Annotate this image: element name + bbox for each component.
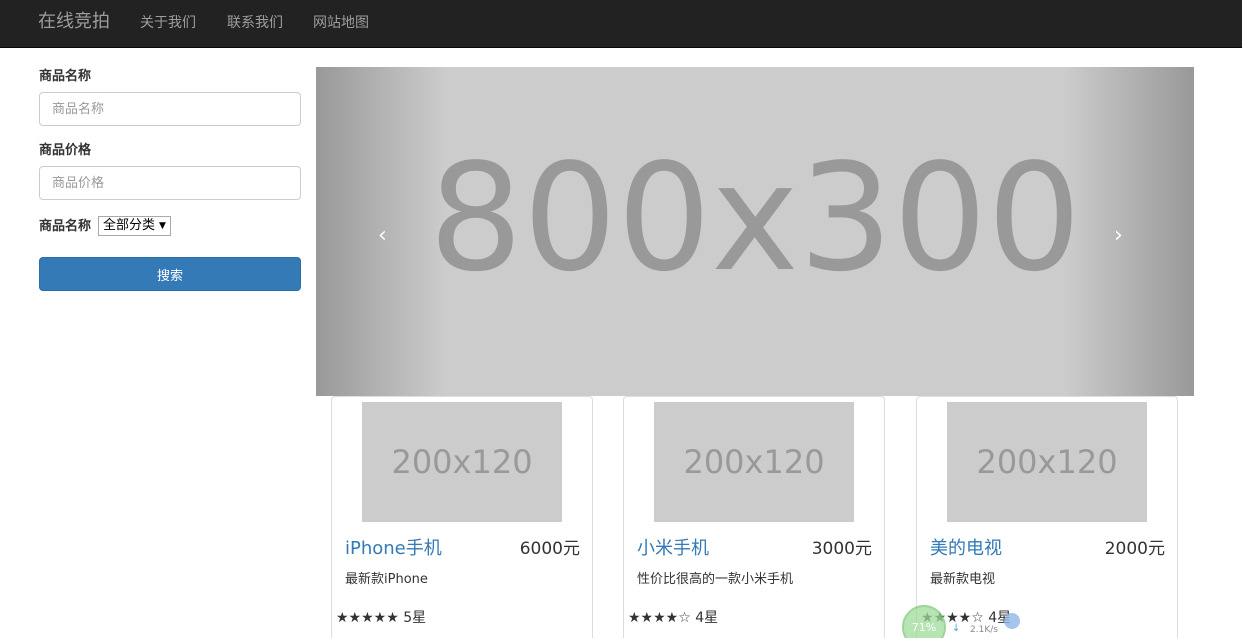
product-title-link[interactable]: iPhone手机	[345, 538, 442, 560]
product-description: 最新款电视	[930, 572, 996, 587]
rating-text: 5星	[403, 610, 427, 626]
product-title-link[interactable]: 美的电视	[930, 538, 1002, 560]
category-select[interactable]: 全部分类 ▼	[98, 216, 171, 236]
brand-link[interactable]: 在线竞拍	[38, 10, 110, 34]
product-price-input[interactable]	[39, 166, 301, 200]
dropdown-arrow-icon: ▼	[159, 221, 166, 231]
image-carousel: 800x300 ‹ ›	[316, 67, 1194, 396]
carousel-slide-image: 800x300	[428, 132, 1082, 304]
product-description: 最新款iPhone	[345, 572, 428, 587]
speed-percent-badge: 71%	[902, 605, 946, 638]
product-title-link[interactable]: 小米手机	[637, 538, 709, 560]
category-selected-value: 全部分类	[103, 218, 156, 233]
product-rating: ★★★★☆ 4星	[628, 609, 718, 627]
product-thumbnail: 200x120	[654, 402, 854, 522]
nav-link-about[interactable]: 关于我们	[140, 14, 196, 32]
search-button[interactable]: 搜索	[39, 257, 301, 291]
network-speed-widget[interactable]: 71% ↓ 2.1K/s	[900, 603, 1028, 638]
nav-link-sitemap[interactable]: 网站地图	[313, 14, 369, 32]
upload-indicator-icon	[1004, 613, 1020, 629]
category-label: 商品名称	[39, 219, 92, 234]
download-arrow-icon: ↓	[952, 623, 961, 634]
chevron-left-icon[interactable]: ‹	[378, 225, 387, 247]
product-thumbnail: 200x120	[947, 402, 1147, 522]
product-price: 3000元	[811, 539, 872, 559]
chevron-right-icon[interactable]: ›	[1114, 225, 1123, 247]
rating-text: 4星	[695, 610, 719, 626]
product-thumbnail: 200x120	[362, 402, 562, 522]
product-name-input[interactable]	[39, 92, 301, 126]
speed-rate: 2.1K/s	[970, 625, 998, 635]
product-rating: ★★★★★ 5星	[336, 609, 426, 627]
product-description: 性价比很高的一款小米手机	[637, 572, 794, 587]
product-card: 200x120 iPhone手机 6000元 最新款iPhone ★★★★★ 5…	[331, 396, 593, 638]
nav-link-contact[interactable]: 联系我们	[227, 14, 283, 32]
product-card: 200x120 美的电视 2000元 最新款电视 ★★★★☆ 4星	[916, 396, 1178, 638]
product-price: 6000元	[519, 539, 580, 559]
carousel-next-area[interactable]	[1064, 67, 1194, 396]
star-rating-icon: ★★★★★	[336, 610, 399, 626]
product-price: 2000元	[1104, 539, 1165, 559]
top-navbar: 在线竞拍 关于我们 联系我们 网站地图	[0, 0, 1242, 48]
product-price-label: 商品价格	[39, 143, 92, 158]
product-name-label: 商品名称	[39, 69, 92, 84]
product-card: 200x120 小米手机 3000元 性价比很高的一款小米手机 ★★★★☆ 4星	[623, 396, 885, 638]
star-rating-icon: ★★★★☆	[628, 610, 691, 626]
